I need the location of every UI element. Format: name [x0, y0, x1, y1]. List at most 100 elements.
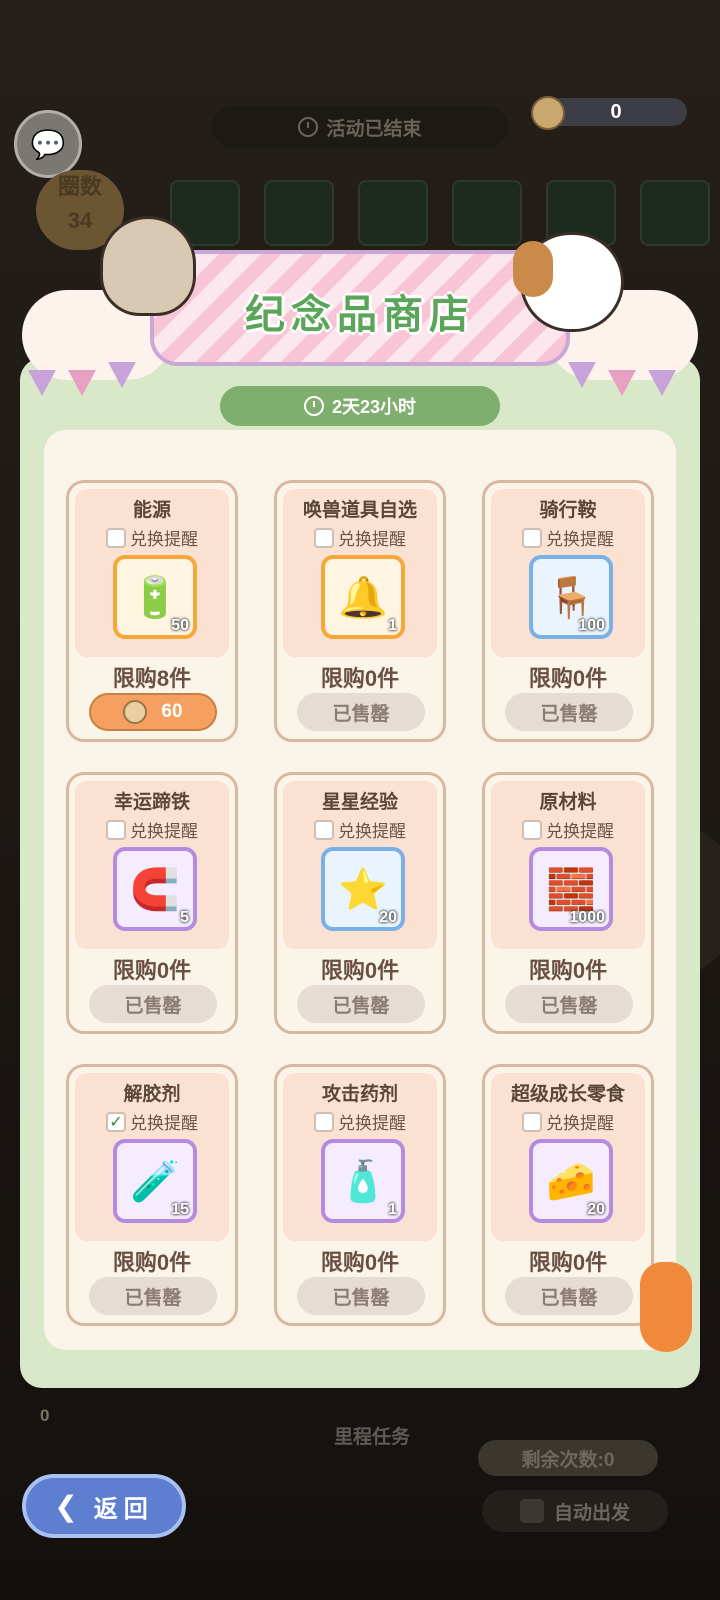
item-icon[interactable]: 🔋 50	[113, 555, 197, 639]
item-name: 星星经验	[321, 792, 398, 813]
exchange-reminder[interactable]: 兑换提醒	[485, 1109, 651, 1134]
exchange-reminder[interactable]: 兑换提醒	[277, 1109, 443, 1134]
purchase-limit: 限购0件	[112, 958, 192, 983]
exchange-reminder[interactable]: 兑换提醒	[485, 817, 651, 842]
item-quantity: 20	[587, 1201, 605, 1218]
cat-mascot-icon	[100, 216, 196, 316]
button-label: 已售罄	[540, 703, 598, 725]
reminder-checkbox[interactable]	[522, 819, 542, 840]
shop-timer: 2天23小时	[220, 386, 500, 426]
解胶剂-icon: 🧪	[130, 1159, 180, 1204]
reminder-checkbox[interactable]	[522, 1111, 542, 1132]
button-label: 已售罄	[332, 703, 390, 725]
auto-start-checkbox[interactable]	[519, 1499, 544, 1523]
item-quantity: 1	[388, 1201, 397, 1218]
reminder-checkbox[interactable]	[314, 819, 334, 840]
reminder-label: 兑换提醒	[338, 1114, 406, 1133]
item-name: 唤兽道具自选	[302, 500, 417, 521]
purchase-limit: 限购0件	[320, 1250, 400, 1275]
shop-item-card[interactable]: 幸运蹄铁 兑换提醒 🧲 5 限购0件 已售罄	[66, 772, 238, 1034]
shop-item-card[interactable]: 超级成长零食 兑换提醒 🧀 20 限购0件 已售罄	[482, 1064, 654, 1326]
item-quantity: 1	[388, 617, 397, 634]
progress-checks	[170, 180, 710, 246]
back-arrow-icon: ❮	[54, 1490, 84, 1522]
auto-start-toggle[interactable]: 自动出发	[482, 1490, 668, 1532]
item-name: 原材料	[539, 792, 597, 813]
exchange-reminder[interactable]: 兑换提醒	[277, 525, 443, 550]
button-label: 已售罄	[332, 995, 390, 1017]
reminder-checkbox[interactable]	[314, 1111, 334, 1132]
item-name: 能源	[132, 500, 171, 521]
sold-out-button[interactable]: 已售罄	[505, 985, 633, 1023]
back-button[interactable]: ❮ 返回	[22, 1474, 186, 1538]
reminder-label: 兑换提醒	[338, 822, 406, 841]
check-slot	[640, 180, 710, 246]
item-icon[interactable]: 🪑 100	[529, 555, 613, 639]
shop-item-card[interactable]: 星星经验 兑换提醒 ⭐ 20 限购0件 已售罄	[274, 772, 446, 1034]
item-icon[interactable]: ⭐ 20	[321, 847, 405, 931]
shop-item-card[interactable]: 骑行鞍 兑换提醒 🪑 100 限购0件 已售罄	[482, 480, 654, 742]
item-icon[interactable]: 🧀 20	[529, 1139, 613, 1223]
shop-item-card[interactable]: 攻击药剂 兑换提醒 🧴 1 限购0件 已售罄	[274, 1064, 446, 1326]
lap-label: 圈数	[57, 174, 102, 199]
event-status-pill: 活动已结束	[212, 106, 508, 148]
exchange-reminder[interactable]: 兑换提醒	[69, 817, 235, 842]
shop-item-card[interactable]: 解胶剂 ✓ 兑换提醒 🧪 15 限购0件 已售罄	[66, 1064, 238, 1326]
check-slot	[264, 180, 334, 246]
check-slot	[452, 180, 522, 246]
唤兽道具自选-icon: 🔔	[338, 575, 388, 620]
purchase-limit: 限购0件	[528, 666, 608, 691]
event-status-text: 活动已结束	[326, 118, 422, 140]
bunting-flag-icon	[648, 370, 676, 396]
exchange-reminder[interactable]: 兑换提醒	[69, 525, 235, 550]
item-quantity: 50	[171, 617, 189, 634]
reminder-checkbox[interactable]	[106, 819, 126, 840]
purchase-limit: 限购0件	[528, 1250, 608, 1275]
sold-out-button[interactable]: 已售罄	[297, 985, 425, 1023]
milestone-tasks[interactable]: 里程任务	[334, 1422, 410, 1449]
shop-item-card[interactable]: 原材料 兑换提醒 🧱 1000 限购0件 已售罄	[482, 772, 654, 1034]
reminder-label: 兑换提醒	[338, 530, 406, 549]
shop-item-card[interactable]: 能源 兑换提醒 🔋 50 限购8件 60	[66, 480, 238, 742]
sold-out-button[interactable]: 已售罄	[297, 1277, 425, 1315]
sold-out-button[interactable]: 已售罄	[297, 693, 425, 731]
back-label: 返回	[93, 1495, 154, 1523]
exchange-reminder[interactable]: 兑换提醒	[485, 525, 651, 550]
item-name: 骑行鞍	[539, 500, 597, 521]
bunting-flag-icon	[608, 370, 636, 396]
purchase-limit: 限购8件	[112, 666, 192, 691]
sold-out-button[interactable]: 已售罄	[89, 985, 217, 1023]
sold-out-button[interactable]: 已售罄	[505, 1277, 633, 1315]
chat-button[interactable]: 💬	[14, 110, 82, 178]
reminder-checkbox[interactable]	[522, 527, 542, 548]
item-name: 攻击药剂	[321, 1084, 398, 1105]
button-label: 已售罄	[540, 1287, 598, 1309]
reminder-label: 兑换提醒	[546, 822, 614, 841]
reminder-label: 兑换提醒	[130, 1114, 198, 1133]
exchange-reminder[interactable]: 兑换提醒	[277, 817, 443, 842]
item-quantity: 15	[171, 1201, 189, 1218]
reminder-label: 兑换提醒	[130, 530, 198, 549]
reminder-label: 兑换提醒	[546, 530, 614, 549]
chat-bubble-icon: 💬	[30, 128, 66, 160]
purchase-limit: 限购0件	[320, 958, 400, 983]
item-icon[interactable]: 🧴 1	[321, 1139, 405, 1223]
reminder-checkbox[interactable]	[314, 527, 334, 548]
left-counter: 0	[40, 1406, 50, 1425]
buy-button[interactable]: 60	[89, 693, 217, 731]
exchange-reminder[interactable]: ✓ 兑换提醒	[69, 1109, 235, 1134]
item-quantity: 20	[379, 909, 397, 926]
reminder-checkbox[interactable]: ✓	[106, 1111, 126, 1132]
sold-out-button[interactable]: 已售罄	[505, 693, 633, 731]
shop-item-card[interactable]: 唤兽道具自选 兑换提醒 🔔 1 限购0件 已售罄	[274, 480, 446, 742]
item-icon[interactable]: 🧱 1000	[529, 847, 613, 931]
item-icon[interactable]: 🔔 1	[321, 555, 405, 639]
clock-icon	[303, 396, 324, 416]
item-icon[interactable]: 🧲 5	[113, 847, 197, 931]
shop-title: 纪念品商店	[245, 293, 475, 337]
item-icon[interactable]: 🧪 15	[113, 1139, 197, 1223]
骑行鞍-icon: 🪑	[546, 575, 596, 620]
remaining-text: 剩余次数:0	[521, 1449, 615, 1471]
reminder-checkbox[interactable]	[106, 527, 126, 548]
sold-out-button[interactable]: 已售罄	[89, 1277, 217, 1315]
